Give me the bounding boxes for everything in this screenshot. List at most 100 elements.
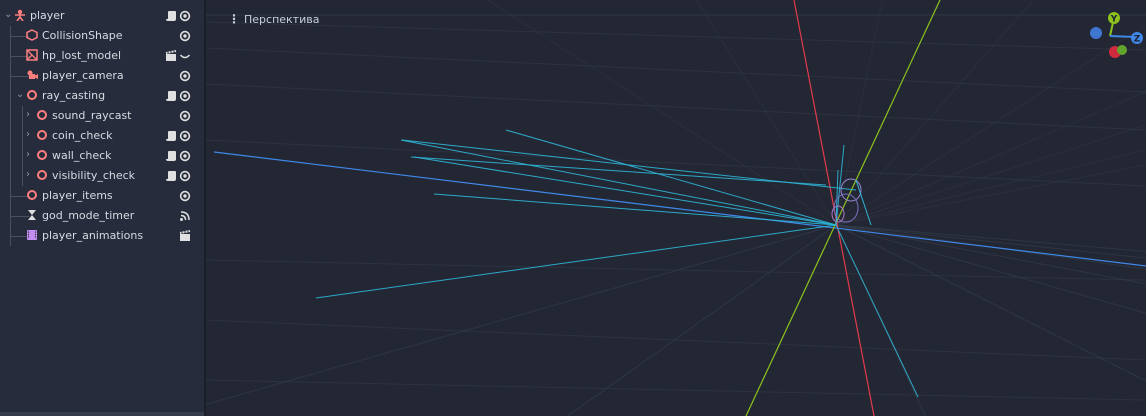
eye-icon[interactable] [178,149,191,162]
scene-tree-row-coin-check[interactable]: › coin_check [0,126,204,146]
grid-line [835,224,926,416]
scene-tree-row-visibility-check[interactable]: › visibility_check [0,166,204,186]
film-icon[interactable] [178,229,191,242]
collision-shape-icon [26,29,38,41]
raycast-line [410,156,827,186]
film-icon[interactable] [164,49,177,62]
raycast-line [835,224,919,398]
gizmo-y-label: Y [1110,15,1118,25]
grid-line [835,224,1146,252]
z-axis-line [213,151,1146,267]
tree-guide-line [10,86,11,106]
gizmo-neg-y-handle[interactable] [1117,45,1127,55]
scene-tree-row-ray-casting[interactable]: ⌄ ray_casting [0,86,204,106]
grid-line [206,21,1146,51]
axis-gizmo[interactable]: Y Z [1088,8,1146,64]
eye-icon[interactable] [178,89,191,102]
y-axis-line [745,0,941,416]
tree-guide-line [10,106,11,126]
expand-arrow-icon[interactable]: ⌄ [4,9,14,20]
grid-line [206,83,1146,131]
camera-icon [26,69,38,81]
scene-tree-row-player[interactable]: ⌄ player [0,6,204,26]
mesh-model-icon [26,49,38,61]
player-icon [14,9,26,21]
perspective-label: Перспектива [244,12,320,26]
grid-line [566,224,837,416]
grid-line [206,47,1146,93]
grid-line [835,224,1146,259]
node-label: player_animations [42,229,144,242]
script-icon[interactable] [164,9,177,22]
eye-closed-icon[interactable] [178,49,191,62]
eye-icon[interactable] [178,129,191,142]
node-label: ray_casting [42,89,106,102]
3d-viewport[interactable]: ⋮ Перспектива Y Z [206,0,1146,416]
scene-tree-row-player-animations[interactable]: player_animations [0,226,204,246]
tree-guide-line [22,126,23,146]
grid-line [486,0,837,226]
node3d-icon [26,189,38,201]
scene-tree-row-god-mode-timer[interactable]: god_mode_timer [0,206,204,226]
tree-guide-line [22,166,23,186]
viewport-canvas[interactable] [206,0,1146,416]
eye-icon[interactable] [178,169,191,182]
node-label: visibility_check [52,169,136,182]
script-icon[interactable] [164,149,177,162]
signal-icon[interactable] [178,209,191,222]
scene-tree-bottom-bar [0,412,204,416]
scene-tree-row-wall-check[interactable]: › wall_check [0,146,204,166]
node3d-icon [36,109,48,121]
collapse-arrow-icon[interactable]: › [26,149,36,160]
tree-guide-line [22,146,23,166]
eye-icon[interactable] [178,69,191,82]
scene-tree-row-sound-raycast[interactable]: › sound_raycast [0,106,204,126]
tree-guide-line [22,106,23,126]
scene-tree-row-collisionshape[interactable]: CollisionShape [0,26,204,46]
grid-line [835,224,1146,285]
tree-guide-line [10,146,11,166]
eye-icon[interactable] [178,109,191,122]
grid-line [206,319,1146,361]
grid-line [206,379,1146,401]
perspective-menu-button[interactable]: ⋮ Перспектива [228,12,319,26]
eye-icon[interactable] [178,189,191,202]
collapse-arrow-icon[interactable]: › [26,169,36,180]
grid-line [835,224,1146,382]
kebab-menu-icon: ⋮ [228,12,240,26]
expand-arrow-icon[interactable]: ⌄ [16,89,26,100]
timer-icon [26,209,38,221]
gizmo-z-label: Z [1134,35,1141,45]
raycast-line [433,193,837,226]
script-icon[interactable] [164,129,177,142]
node-label: hp_lost_model [42,49,122,62]
node-label: wall_check [52,149,112,162]
node-label: player_camera [42,69,124,82]
scene-tree-row-player-camera[interactable]: player_camera [0,66,204,86]
grid-line [206,224,837,405]
grid-line [206,259,1146,281]
grid-line [835,224,1146,314]
collapse-arrow-icon[interactable]: › [26,129,36,140]
animation-player-icon [26,229,38,241]
tree-guide-line [10,126,11,146]
raycast-line [413,156,837,226]
node-label: sound_raycast [52,109,132,122]
node-label: CollisionShape [42,29,123,42]
node3d-icon [36,169,48,181]
raycast-line [315,224,837,299]
eye-icon[interactable] [178,29,191,42]
tree-guide-line [10,166,11,186]
node-label: coin_check [52,129,113,142]
collapse-arrow-icon[interactable]: › [26,109,36,120]
gizmo-neg-z-handle[interactable] [1090,27,1102,39]
eye-icon[interactable] [178,9,191,22]
scene-tree-row-player-items[interactable]: player_items [0,186,204,206]
script-icon[interactable] [164,89,177,102]
node-label: player [30,9,65,22]
node3d-icon [26,89,38,101]
scene-tree-panel: ⌄ player CollisionShape hp_lost_model player… [0,0,206,416]
scene-tree-row-hp-lost-model[interactable]: hp_lost_model [0,46,204,66]
node3d-icon [36,129,48,141]
script-icon[interactable] [164,169,177,182]
